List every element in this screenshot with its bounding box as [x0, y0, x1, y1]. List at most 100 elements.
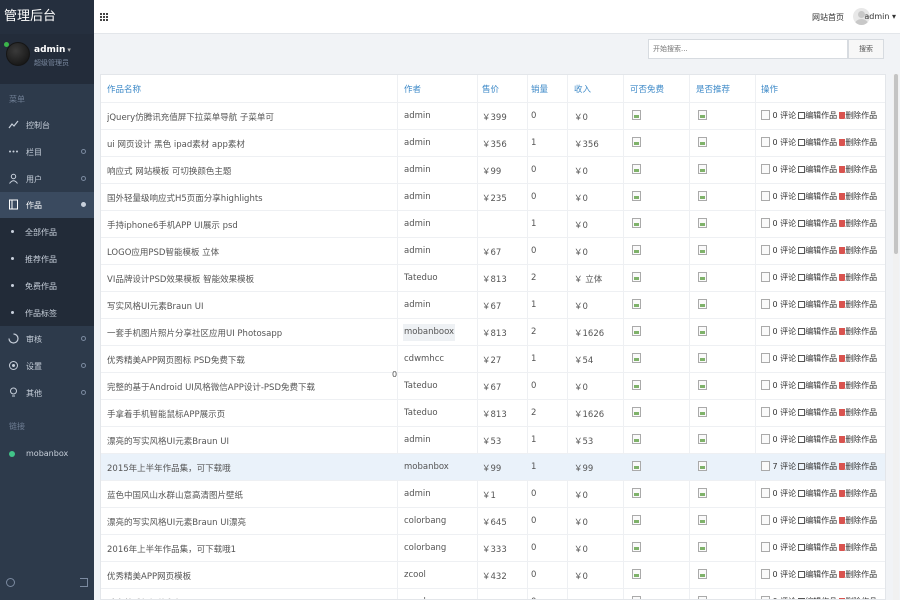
edit-work-link[interactable]: 编辑作品	[805, 570, 837, 579]
comments-link[interactable]: 0 评论	[773, 489, 797, 498]
table-row[interactable]: 一套手机图片照片分享社区应用UI Photosapp mobanboox ￥813 2…	[101, 318, 885, 345]
comments-link[interactable]: 0 评论	[773, 219, 797, 228]
recommend-status-image-icon[interactable]	[698, 380, 707, 390]
recommend-status-image-icon[interactable]	[698, 569, 707, 579]
comments-link[interactable]: 0 评论	[773, 300, 797, 309]
column-header-income[interactable]: 收入	[574, 83, 624, 95]
column-header-author[interactable]: 作者	[404, 83, 478, 95]
apps-grid-icon[interactable]	[100, 13, 108, 21]
table-row[interactable]: 2015年上半年作品集，可下载哦 mobanbox ￥99 1 ￥99 7 评论 编辑作品…	[101, 453, 885, 480]
free-status-image-icon[interactable]	[632, 137, 641, 147]
table-row[interactable]: jQuery仿腾讯充值屏下拉菜单导航 子菜单可 admin ￥399 0 ￥0 0 评论…	[101, 102, 885, 129]
sidebar-item-settings[interactable]: 设置	[0, 353, 94, 379]
recommend-status-image-icon[interactable]	[698, 110, 707, 120]
work-name[interactable]: 手拿着手机智能鼠标APP展示页	[107, 408, 395, 420]
column-header-recommended[interactable]: 是否推荐	[696, 83, 756, 95]
free-status-image-icon[interactable]	[632, 299, 641, 309]
comments-link[interactable]: 0 评论	[773, 408, 797, 417]
edit-work-link[interactable]: 编辑作品	[805, 354, 837, 363]
search-button[interactable]: 搜索	[848, 39, 884, 59]
subitem-free-works[interactable]: 免费作品	[0, 272, 94, 299]
recommend-status-image-icon[interactable]	[698, 299, 707, 309]
work-name[interactable]: 蓝色中国风山水群山意高清图片壁纸	[107, 489, 395, 501]
comments-link[interactable]: 0 评论	[773, 570, 797, 579]
work-name[interactable]: 优秀精美APP网页模板	[107, 570, 395, 582]
comments-link[interactable]: 0 评论	[773, 273, 797, 282]
edit-work-link[interactable]: 编辑作品	[805, 543, 837, 552]
delete-work-link[interactable]: 删除作品	[845, 327, 877, 336]
edit-work-link[interactable]: 编辑作品	[805, 111, 837, 120]
edit-work-link[interactable]: 编辑作品	[805, 381, 837, 390]
edit-work-link[interactable]: 编辑作品	[805, 300, 837, 309]
free-status-image-icon[interactable]	[632, 569, 641, 579]
delete-work-link[interactable]: 删除作品	[845, 489, 877, 498]
edit-work-link[interactable]: 编辑作品	[805, 462, 837, 471]
comments-link[interactable]: 0 评论	[773, 516, 797, 525]
free-status-image-icon[interactable]	[632, 461, 641, 471]
edit-work-link[interactable]: 编辑作品	[805, 273, 837, 282]
column-header-name[interactable]: 作品名称	[107, 83, 395, 95]
work-name[interactable]: jQuery仿腾讯充值屏下拉菜单导航 子菜单可	[107, 111, 395, 123]
edit-work-link[interactable]: 编辑作品	[805, 516, 837, 525]
table-row[interactable]: VI品牌设计PSD效果模板 智能效果模板 Tateduo ￥813 2 ￥ 立体 0 评…	[101, 264, 885, 291]
work-name[interactable]: 手持iphone6手机APP UI展示 psd	[107, 219, 395, 231]
sidebar-link-mobanbox[interactable]: mobanbox	[0, 441, 94, 467]
table-row[interactable]: 响应式 网站模板 可切换颜色主题 admin ￥99 0 ￥0 0 评论 编辑作品 删除作品	[101, 156, 885, 183]
work-name[interactable]: 一套手机图片照片分享社区应用UI Photosapp	[107, 327, 395, 339]
delete-work-link[interactable]: 删除作品	[845, 219, 877, 228]
edit-work-link[interactable]: 编辑作品	[805, 435, 837, 444]
free-status-image-icon[interactable]	[632, 245, 641, 255]
recommend-status-image-icon[interactable]	[698, 596, 707, 599]
recommend-status-image-icon[interactable]	[698, 488, 707, 498]
delete-work-link[interactable]: 删除作品	[845, 300, 877, 309]
table-row[interactable]: 漂亮的写实风格UI元素Braun UI admin ￥53 1 ￥53 0 评论 编辑作品…	[101, 426, 885, 453]
free-status-image-icon[interactable]	[632, 110, 641, 120]
work-name[interactable]: ui 网页设计 黑色 ipad素材 app素材	[107, 138, 395, 150]
delete-work-link[interactable]: 删除作品	[845, 408, 877, 417]
free-status-image-icon[interactable]	[632, 488, 641, 498]
sidebar-item-works[interactable]: 作品	[0, 192, 94, 218]
delete-work-link[interactable]: 删除作品	[845, 165, 877, 174]
table-row[interactable]: LOGO应用PSD智能模板 立体 admin ￥67 0 ￥0 0 评论 编辑作品 删除作品	[101, 237, 885, 264]
edit-work-link[interactable]: 编辑作品	[805, 327, 837, 336]
comments-link[interactable]: 0 评论	[773, 138, 797, 147]
table-row[interactable]: 2016年上半年作品集，可下载哦1 colorbang ￥333 0 ￥0 0 评论 编辑…	[101, 534, 885, 561]
table-row[interactable]: 手拿着手机智能鼠标APP展示页 Tateduo ￥813 2 ￥1626 0 评论 编辑作…	[101, 399, 885, 426]
recommend-status-image-icon[interactable]	[698, 461, 707, 471]
recommend-status-image-icon[interactable]	[698, 191, 707, 201]
table-row[interactable]: 国外轻量级响应式H5页面分享highlights admin ￥235 0 ￥0 0 评…	[101, 183, 885, 210]
table-row[interactable]: 完整的基于Android UI风格微信APP设计-PSD免费下载 Tateduo ￥…	[101, 372, 885, 399]
delete-work-link[interactable]: 删除作品	[845, 246, 877, 255]
comments-link[interactable]: 0 评论	[773, 381, 797, 390]
work-name[interactable]: 漂亮的写实风格UI元素Braun UI	[107, 435, 395, 447]
settings-circle-icon[interactable]	[6, 578, 15, 587]
free-status-image-icon[interactable]	[632, 164, 641, 174]
column-header-price[interactable]: 售价	[482, 83, 528, 95]
comments-link[interactable]: 0 评论	[773, 543, 797, 552]
recommend-status-image-icon[interactable]	[698, 542, 707, 552]
scrollbar-thumb[interactable]	[894, 74, 898, 254]
scrollbar[interactable]	[893, 74, 899, 600]
subitem-recommended-works[interactable]: 推荐作品	[0, 245, 94, 272]
work-name[interactable]: 2016年上半年作品集，可下载哦1	[107, 543, 395, 555]
free-status-image-icon[interactable]	[632, 380, 641, 390]
work-name[interactable]: 漂亮的写实风格UI元素Braun UI漂亮	[107, 516, 395, 528]
recommend-status-image-icon[interactable]	[698, 164, 707, 174]
recommend-status-image-icon[interactable]	[698, 245, 707, 255]
work-name[interactable]: 国外轻量级响应式H5页面分享highlights	[107, 192, 395, 204]
table-row[interactable]: 写实风格UI元素Braun UI admin ￥67 1 ￥0 0 评论 编辑作品 删除作品	[101, 291, 885, 318]
search-input[interactable]	[648, 39, 848, 59]
avatar[interactable]	[6, 42, 30, 66]
subitem-all-works[interactable]: 全部作品	[0, 218, 94, 245]
subitem-work-tags[interactable]: 作品标签	[0, 299, 94, 326]
table-row[interactable]: 手拿着手机智能鼠标APP展示zcool￥330￥0 0 评论编辑作品删除作品	[101, 588, 885, 599]
comments-link[interactable]: 0 评论	[773, 246, 797, 255]
work-name[interactable]: 2015年上半年作品集，可下载哦	[107, 462, 395, 474]
comments-link[interactable]: 0 评论	[773, 111, 797, 120]
work-name[interactable]: 优秀精美APP网页图标 PSD免费下载	[107, 354, 395, 366]
user-profile[interactable]: admin ▾ 超级管理员	[0, 34, 94, 84]
recommend-status-image-icon[interactable]	[698, 272, 707, 282]
comments-link[interactable]: 7 评论	[773, 462, 797, 471]
edit-work-link[interactable]: 编辑作品	[805, 489, 837, 498]
sidebar-item-users[interactable]: 用户	[0, 166, 94, 192]
